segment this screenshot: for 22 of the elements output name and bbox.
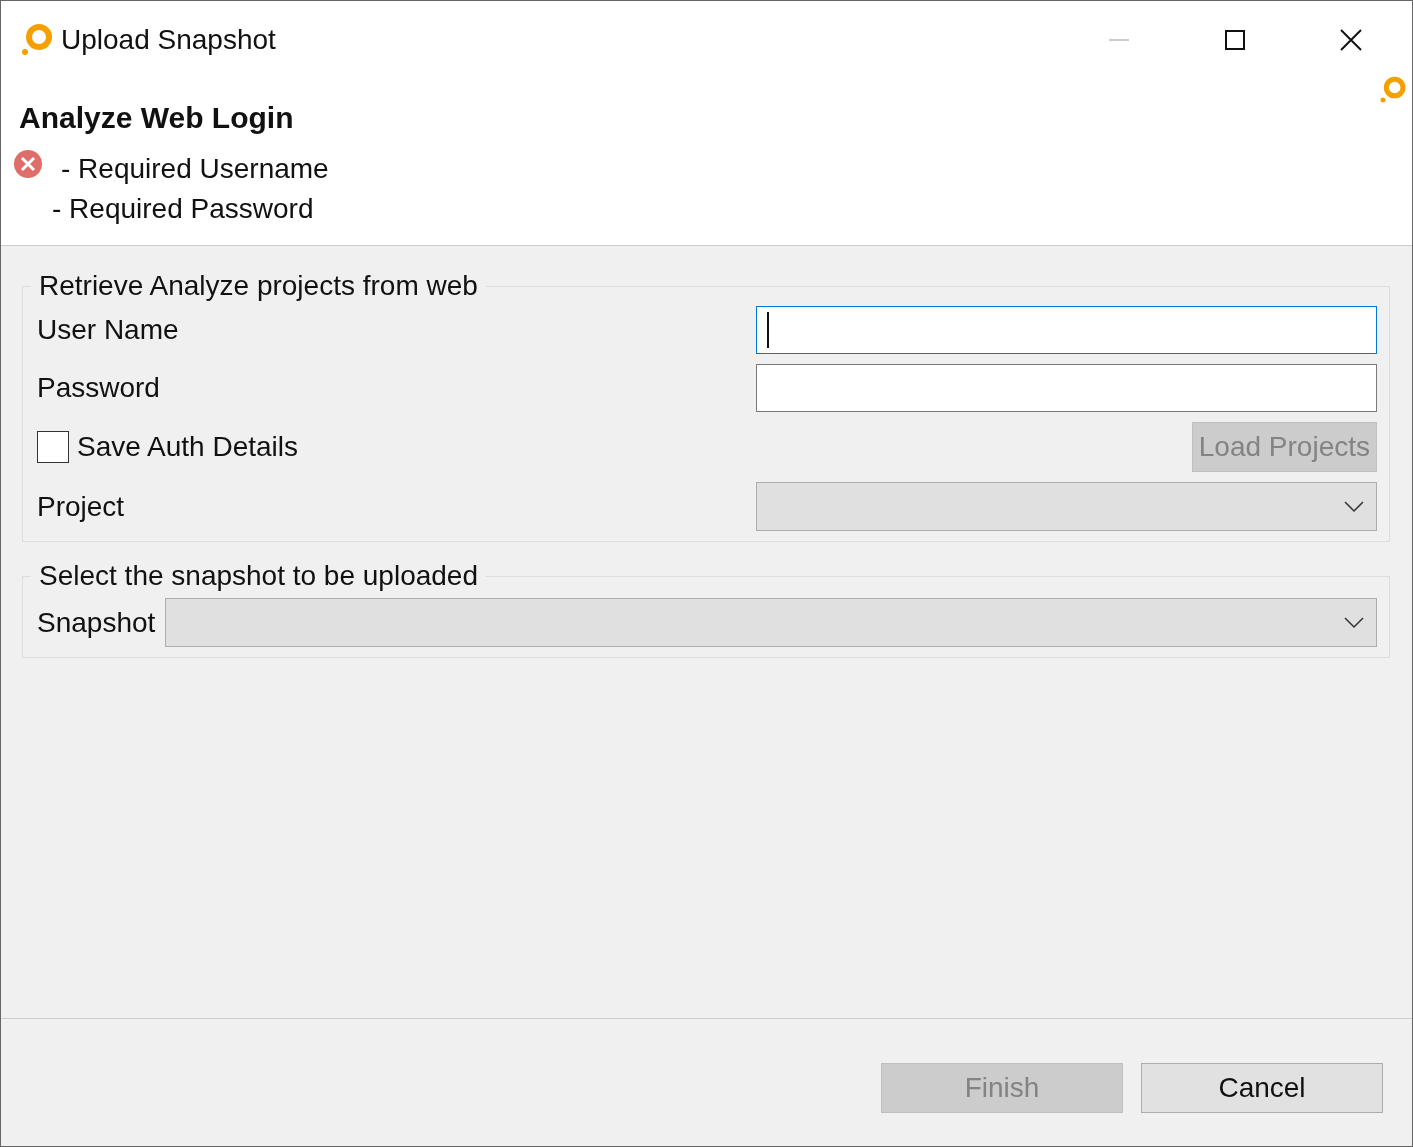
app-logo-icon bbox=[19, 22, 55, 58]
field-label: Project bbox=[37, 490, 126, 523]
chevron-down-icon bbox=[1344, 500, 1364, 513]
checkbox-label: Save Auth Details bbox=[77, 431, 299, 463]
group-title: Select the snapshot to be uploaded bbox=[38, 560, 479, 592]
error-icon bbox=[13, 149, 43, 179]
group-title: Retrieve Analyze projects from web bbox=[38, 270, 479, 302]
error-message: - Required Password bbox=[52, 192, 315, 226]
app-logo-icon bbox=[1378, 75, 1408, 105]
error-message: - Required Username bbox=[61, 152, 329, 186]
field-label: Snapshot bbox=[37, 606, 156, 639]
input-field[interactable] bbox=[756, 364, 1377, 412]
input-field[interactable] bbox=[756, 306, 1377, 354]
checkbox[interactable] bbox=[37, 431, 69, 463]
chevron-down-icon bbox=[1344, 616, 1364, 629]
window-title: Upload Snapshot bbox=[61, 24, 276, 56]
page-heading: Analyze Web Login bbox=[19, 101, 294, 135]
maximize-icon[interactable] bbox=[1224, 29, 1246, 51]
field-label: User Name bbox=[37, 314, 180, 346]
dialog-button[interactable]: Cancel bbox=[1141, 1062, 1383, 1113]
field-label: Password bbox=[37, 372, 161, 404]
close-icon[interactable] bbox=[1340, 29, 1362, 51]
